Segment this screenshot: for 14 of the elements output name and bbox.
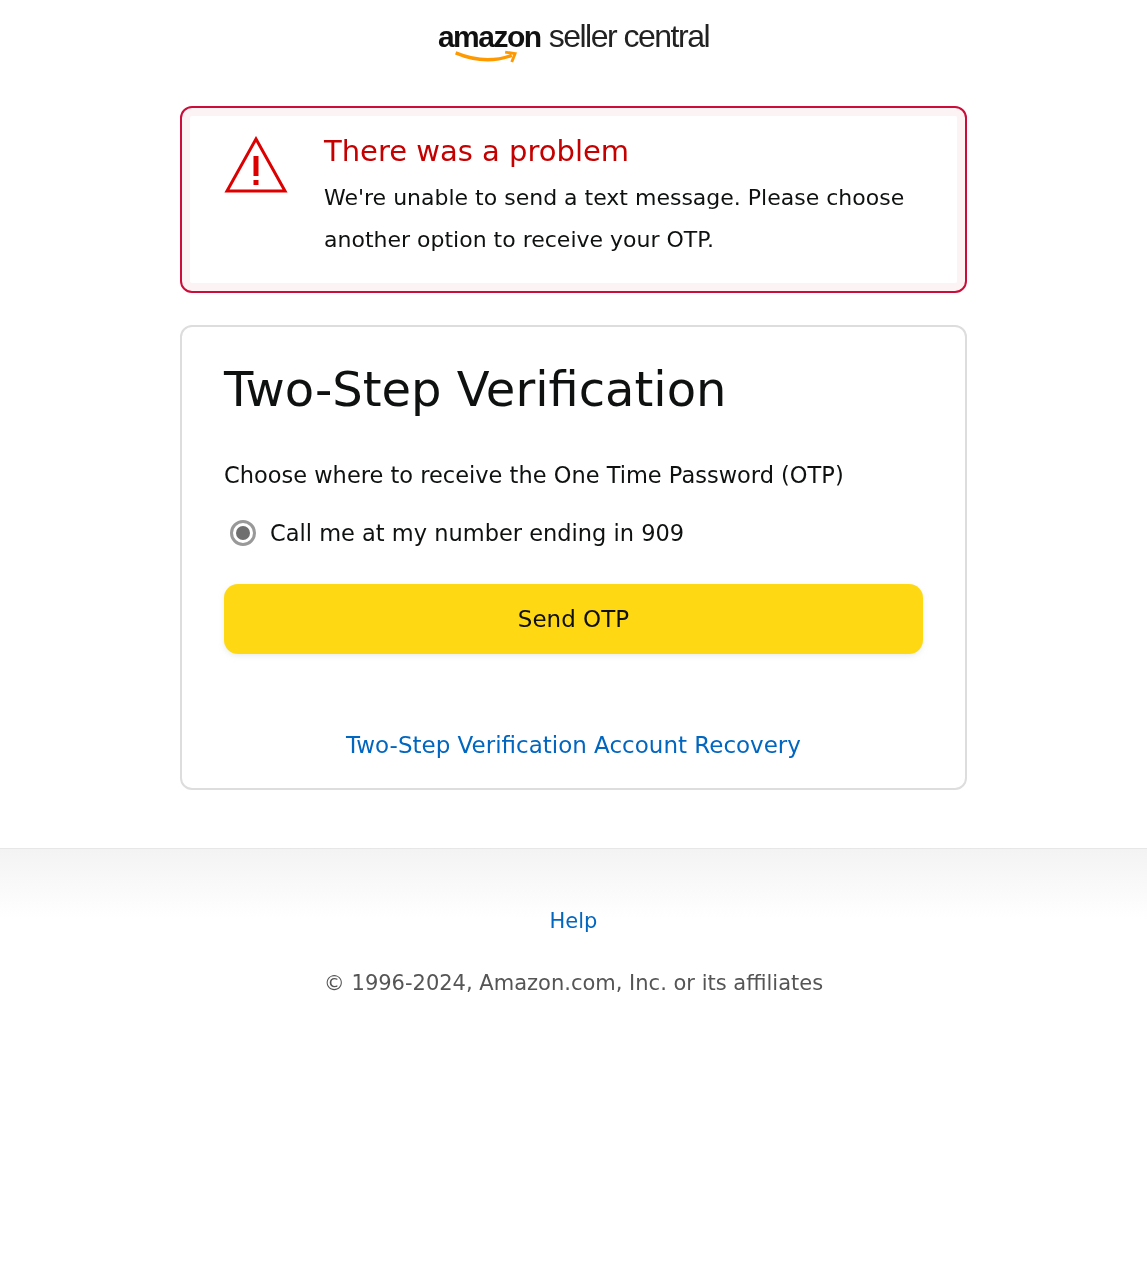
send-otp-button[interactable]: Send OTP [224,584,923,655]
radio-button[interactable] [230,520,256,547]
logo-brand: amazon [437,22,541,52]
page-title: Two-Step Verification [224,360,728,419]
copyright-text: © 1996-2024, Amazon.com, Inc. or its affiliates [323,971,824,996]
option-label[interactable]: Call me at my number ending in 909 [270,520,685,547]
warning-icon [224,136,288,194]
alert-message: We're unable to send a text message. Please choose another option to receive your OTP. [324,183,906,254]
prompt-text: Choose where to receive the One Time Password (OTP) [224,461,845,491]
smile-arrow-icon [453,50,520,64]
help-link[interactable]: Help [549,909,598,934]
logo-product: seller central [548,20,710,52]
account-recovery-link[interactable]: Two-Step Verification Account Recovery [346,732,801,759]
alert-title: There was a problem [324,134,631,169]
